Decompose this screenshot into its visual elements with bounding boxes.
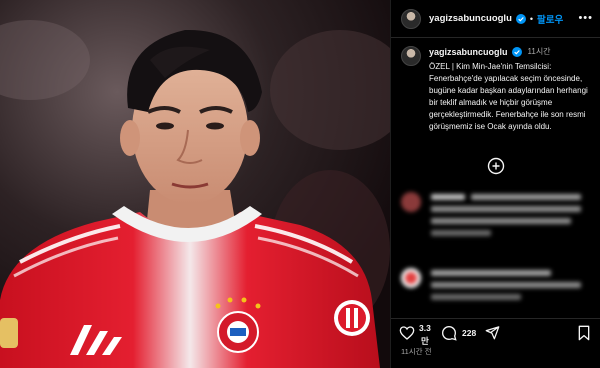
header-username[interactable]: yagizsabuncuoglu <box>429 13 512 24</box>
caption-avatar[interactable] <box>401 46 421 66</box>
add-comment-icon[interactable] <box>487 157 505 175</box>
more-options-icon[interactable]: ••• <box>578 12 593 24</box>
post-header: yagizsabuncuoglu • 팔로우 ••• <box>391 0 600 38</box>
post-photo[interactable] <box>0 0 390 368</box>
post-sidebar: yagizsabuncuoglu • 팔로우 ••• yagizsabuncuo… <box>390 0 600 368</box>
post-caption: yagizsabuncuoglu 11시간 ÖZEL | Kim Min-Jae… <box>401 46 597 133</box>
bookmark-icon[interactable] <box>577 325 591 341</box>
caption-username[interactable]: yagizsabuncuoglu <box>429 47 508 57</box>
share-icon[interactable] <box>485 325 500 340</box>
verified-badge-icon <box>515 13 526 24</box>
avatar[interactable] <box>401 8 421 29</box>
instagram-post-viewer: yagizsabuncuoglu • 팔로우 ••• yagizsabuncuo… <box>0 0 600 368</box>
player-photo <box>0 0 390 368</box>
posted-time: 11시간 전 <box>401 347 432 356</box>
blurred-comment <box>401 190 597 250</box>
like-count[interactable]: 3.3 <box>419 323 431 333</box>
caption-time: 11시간 <box>527 47 551 56</box>
heart-icon[interactable] <box>399 325 415 341</box>
post-actions: 3.3 만 228 <box>391 318 600 348</box>
follow-button[interactable]: 팔로우 <box>537 12 563 26</box>
verified-badge-icon <box>511 46 522 57</box>
comment-count[interactable]: 228 <box>462 328 476 338</box>
separator-dot: • <box>529 13 534 24</box>
caption-text: ÖZEL | Kim Min-Jae'nin Temsilcisi: Fener… <box>429 62 588 131</box>
comment-icon[interactable] <box>441 325 457 341</box>
blurred-comment <box>401 266 597 314</box>
